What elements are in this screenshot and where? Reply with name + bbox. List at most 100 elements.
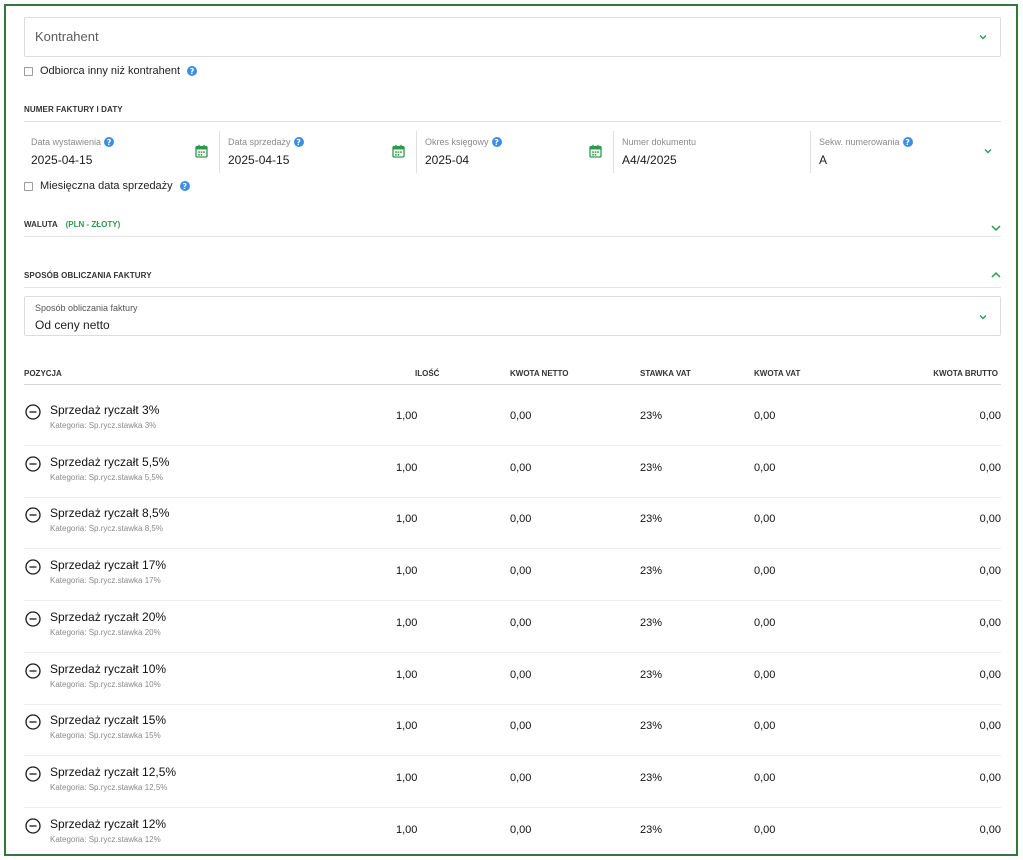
qty-value[interactable]: 1,00 [396, 462, 417, 474]
issue-date-field[interactable]: Data wystawienia? 2025-04-15 [24, 129, 214, 171]
col-header-vat-rate: STAWKA VAT [640, 369, 691, 378]
contractor-label: Kontrahent [35, 29, 99, 44]
col-header-vat-amount: KWOTA VAT [754, 369, 801, 378]
vat-rate-value[interactable]: 23% [640, 513, 662, 525]
net-value[interactable]: 0,00 [510, 565, 531, 577]
qty-value[interactable]: 1,00 [396, 824, 417, 836]
calc-method-label: Sposób obliczania faktury [35, 303, 138, 313]
chevron-down-icon[interactable] [983, 146, 993, 156]
net-value[interactable]: 0,00 [510, 462, 531, 474]
minus-circle-icon[interactable] [25, 404, 41, 420]
gross-value: 0,00 [979, 410, 1001, 422]
chevron-down-icon[interactable] [978, 312, 988, 322]
sequence-label: Sekw. numerowania? [819, 137, 913, 147]
qty-value[interactable]: 1,00 [396, 772, 417, 784]
position-name: Sprzedaż ryczałt 12,5% [50, 764, 177, 779]
vat-rate-value[interactable]: 23% [640, 772, 662, 784]
position-category: Kategoria: Sp.rycz.stawka 5,5% [50, 472, 163, 482]
qty-value[interactable]: 1,00 [396, 565, 417, 577]
position-name: Sprzedaż ryczałt 8,5% [50, 506, 170, 521]
other-recipient-checkbox[interactable] [24, 66, 33, 76]
position-name: Sprzedaż ryczałt 3% [50, 403, 160, 417]
vat-rate-value[interactable]: 23% [640, 824, 662, 836]
qty-value[interactable]: 1,00 [396, 720, 417, 732]
other-recipient-label: Odbiorca inny niż kontrahent [40, 65, 181, 77]
gross-value: 0,00 [979, 513, 1001, 526]
vat-rate-value[interactable]: 23% [640, 720, 662, 732]
minus-circle-icon[interactable] [25, 507, 41, 524]
vat-rate-value[interactable]: 23% [640, 410, 662, 422]
vat-rate-value[interactable]: 23% [640, 617, 662, 629]
minus-circle-icon[interactable] [25, 766, 41, 782]
vat-amount-value: 0,00 [754, 771, 776, 784]
vat-rate-value[interactable]: 23% [640, 462, 662, 474]
qty-value[interactable]: 1,00 [396, 669, 417, 681]
calc-method-select[interactable]: Sposób obliczania faktury Od ceny netto [24, 296, 1001, 336]
help-icon[interactable]: ? [491, 137, 502, 147]
field-separator [613, 131, 614, 173]
minus-circle-icon[interactable] [25, 559, 41, 575]
qty-value[interactable]: 1,00 [396, 513, 417, 525]
position-category: Kategoria: Sp.rycz.stawka 8,5% [50, 524, 163, 534]
net-value[interactable]: 0,00 [510, 824, 531, 836]
vat-amount-value: 0,00 [754, 410, 776, 422]
position-name: Sprzedaż ryczałt 20% [50, 609, 167, 624]
minus-circle-icon[interactable] [25, 714, 41, 730]
calendar-icon[interactable] [195, 144, 208, 163]
chevron-down-icon[interactable] [978, 32, 988, 42]
chevron-up-icon[interactable] [990, 269, 1002, 281]
sale-date-field[interactable]: Data sprzedaży? 2025-04-15 [221, 129, 411, 171]
period-label: Okres księgowy? [425, 137, 502, 147]
position-name: Sprzedaż ryczałt 15% [50, 713, 167, 728]
calendar-icon[interactable] [392, 144, 405, 163]
gross-value: 0,00 [979, 720, 1001, 733]
position-name: Sprzedaż ryczałt 10% [50, 661, 167, 676]
vat-rate-value[interactable]: 23% [640, 669, 662, 681]
help-icon[interactable]: ? [104, 137, 115, 147]
position-category: Kategoria: Sp.rycz.stawka 10% [50, 679, 161, 689]
net-value[interactable]: 0,00 [510, 410, 531, 422]
currency-header[interactable]: WALUTA (PLN - ZŁOTY) [24, 220, 120, 229]
doc-number-value: A4/4/2025 [622, 153, 677, 167]
help-icon[interactable]: ? [902, 137, 913, 147]
sequence-field[interactable]: Sekw. numerowania? A [812, 129, 1001, 171]
table-row: Sprzedaż ryczałt 10% Kategoria: Sp.rycz.s… [24, 653, 1001, 705]
doc-number-field[interactable]: Numer dokumentu A4/4/2025 [615, 129, 805, 171]
qty-value[interactable]: 1,00 [396, 410, 417, 422]
minus-circle-icon[interactable] [25, 456, 41, 472]
col-header-qty: ILOŚĆ [415, 369, 440, 378]
currency-value: (PLN - ZŁOTY) [65, 220, 121, 229]
calendar-icon[interactable] [589, 144, 602, 163]
minus-circle-icon[interactable] [25, 662, 41, 679]
table-row: Sprzedaż ryczałt 20% Kategoria: Sp.rycz.s… [24, 601, 1001, 653]
qty-value[interactable]: 1,00 [396, 617, 417, 629]
invoice-form: Kontrahent Odbiorca inny niż kontrahent … [4, 4, 1018, 856]
minus-circle-icon[interactable] [25, 817, 41, 834]
table-row: Sprzedaż ryczałt 12% Kategoria: Sp.rycz.s… [24, 808, 1001, 854]
table-row: Sprzedaż ryczałt 17% Kategoria: Sp.rycz.s… [24, 549, 1001, 602]
help-icon[interactable]: ? [179, 181, 190, 191]
issue-date-label: Data wystawienia? [31, 137, 115, 147]
position-category: Kategoria: Sp.rycz.stawka 20% [50, 627, 161, 637]
vat-rate-value[interactable]: 23% [640, 565, 662, 577]
help-icon[interactable]: ? [187, 66, 198, 76]
col-header-gross: KWOTA BRUTTO [933, 369, 998, 378]
section-divider [24, 121, 1001, 122]
monthly-sale-date-checkbox[interactable] [24, 181, 33, 191]
net-value[interactable]: 0,00 [510, 720, 531, 732]
currency-title: WALUTA [24, 220, 58, 229]
help-icon[interactable]: ? [293, 137, 304, 147]
net-value[interactable]: 0,00 [510, 669, 531, 681]
net-value[interactable]: 0,00 [510, 772, 531, 784]
period-field[interactable]: Okres księgowy? 2025-04 [418, 129, 608, 171]
chevron-down-icon[interactable] [990, 222, 1002, 234]
vat-amount-value: 0,00 [754, 461, 776, 474]
invoice-section-title: NUMER FAKTURY I DATY [24, 105, 123, 114]
minus-circle-icon[interactable] [25, 611, 41, 627]
net-value[interactable]: 0,00 [510, 513, 531, 525]
contractor-select[interactable]: Kontrahent [24, 17, 1001, 57]
table-header-divider [24, 384, 1001, 385]
position-category: Kategoria: Sp.rycz.stawka 17% [50, 576, 161, 586]
net-value[interactable]: 0,00 [510, 617, 531, 629]
field-separator [219, 131, 220, 173]
